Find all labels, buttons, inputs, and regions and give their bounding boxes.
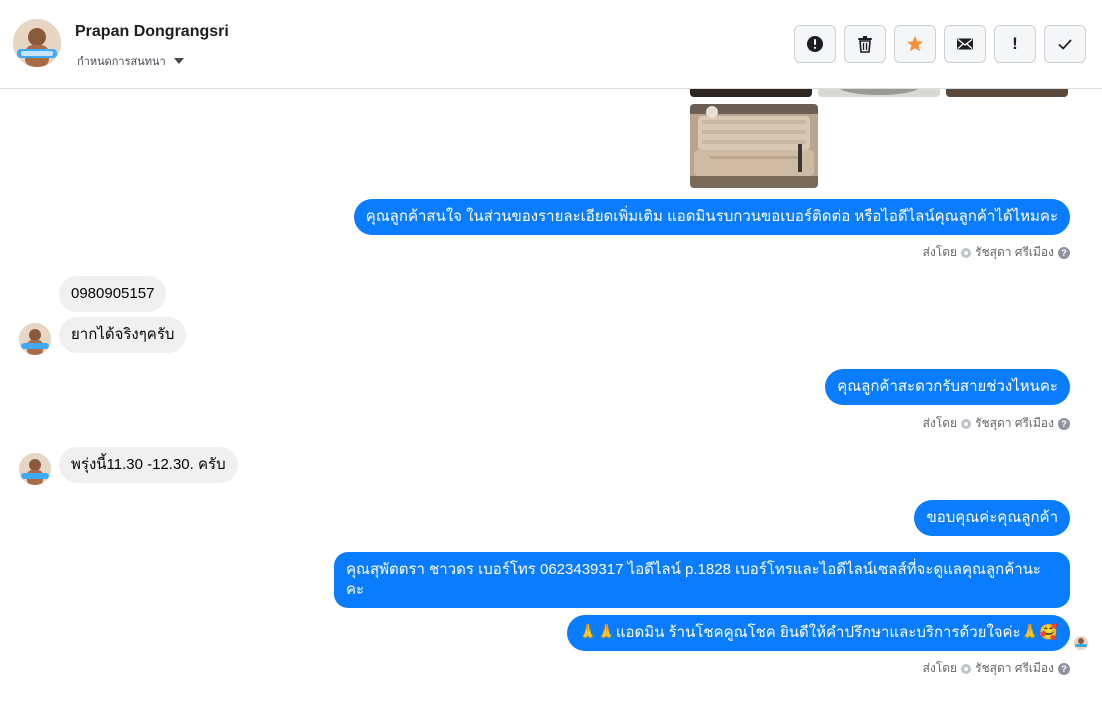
spam-button[interactable] [794, 25, 836, 63]
sent-by-prefix: ส่งโดย [922, 245, 958, 259]
sent-by-prefix: ส่งโดย [922, 661, 958, 675]
attachment-image[interactable] [690, 89, 812, 97]
help-icon[interactable]: ? [1058, 417, 1070, 430]
assign-conversation-dropdown[interactable]: กำหนดการสนทนา [77, 52, 184, 70]
follow-up-button[interactable]: ! [994, 25, 1036, 63]
mark-unread-button[interactable] [944, 25, 986, 63]
seen-avatar [1074, 636, 1088, 650]
outgoing-message[interactable]: ขอบคุณค่ะคุณลูกค้า [914, 500, 1070, 536]
agent-status-icon [961, 418, 972, 429]
sent-by-meta: ส่งโดย รัชสุดา ศรีเมือง ? [923, 414, 1070, 433]
action-toolbar: ! [794, 25, 1086, 63]
sent-by-agent[interactable]: รัชสุดา ศรีเมือง [975, 414, 1054, 433]
incoming-message[interactable]: พรุ่งนี้11.30 -12.30. ครับ [59, 447, 238, 483]
contact-avatar-small[interactable] [19, 323, 51, 355]
attachment-image[interactable] [818, 89, 940, 97]
message-thread[interactable]: คุณลูกค้าสนใจ ในส่วนของรายละเอียดเพิ่มเต… [0, 89, 1102, 710]
envelope-icon [957, 38, 973, 50]
sent-by-meta: ส่งโดย รัชสุดา ศรีเมือง ? [923, 243, 1070, 262]
star-button[interactable] [894, 25, 936, 63]
caret-down-icon [173, 58, 184, 64]
outgoing-message[interactable]: คุณสุพัตตรา ชาวดร เบอร์โทร 0623439317 ไอ… [334, 552, 1070, 608]
agent-status-icon [961, 247, 972, 258]
done-button[interactable] [1044, 25, 1086, 63]
incoming-message[interactable]: ยากได้จริงๆครับ [59, 317, 187, 353]
contact-avatar-small[interactable] [19, 453, 51, 485]
sent-by-meta: ส่งโดย รัชสุดา ศรีเมือง ? [923, 659, 1070, 678]
sent-by-prefix: ส่งโดย [922, 416, 958, 430]
sent-by-agent[interactable]: รัชสุดา ศรีเมือง [975, 659, 1054, 678]
incoming-message[interactable]: 0980905157 [59, 276, 167, 312]
help-icon[interactable]: ? [1058, 246, 1070, 259]
contact-name[interactable]: Prapan Dongrangsri [75, 23, 229, 41]
delete-button[interactable] [844, 25, 886, 63]
outgoing-message[interactable]: คุณลูกค้าสนใจ ในส่วนของรายละเอียดเพิ่มเต… [353, 199, 1070, 235]
exclamation-icon: ! [1012, 34, 1018, 53]
help-icon[interactable]: ? [1058, 662, 1070, 675]
sent-by-agent[interactable]: รัชสุดา ศรีเมือง [975, 243, 1054, 262]
assign-label: กำหนดการสนทนา [77, 56, 166, 68]
contact-avatar[interactable] [13, 19, 61, 67]
attachment-image[interactable] [946, 89, 1068, 97]
outgoing-message[interactable]: คุณลูกค้าสะดวกรับสายช่วงไหนคะ [825, 369, 1070, 405]
star-icon [907, 36, 923, 52]
attachment-image-car-interior[interactable] [690, 104, 818, 188]
check-icon [1058, 39, 1072, 50]
agent-status-icon [961, 663, 972, 674]
alert-circle-icon [807, 36, 823, 52]
conversation-header: Prapan Dongrangsri กำหนดการสนทนา ! [0, 0, 1102, 89]
trash-icon [858, 36, 872, 53]
outgoing-message[interactable]: 🙏🙏แอดมิน ร้านโชคคูณโชค ยินดีให้คำปรึกษาแ… [566, 615, 1070, 651]
